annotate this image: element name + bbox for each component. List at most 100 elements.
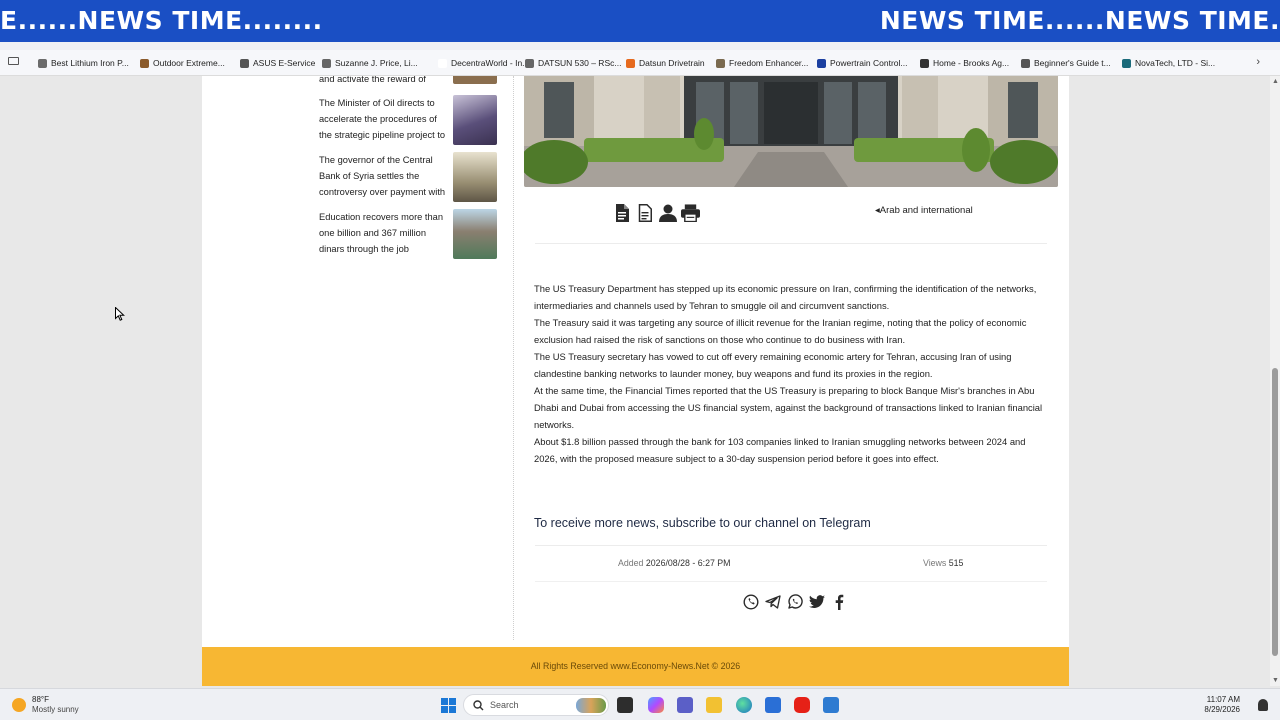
bookmark-item[interactable]: ASUS E-Service: [240, 58, 315, 68]
bookmark-label[interactable]: DecentraWorld - In...: [451, 58, 529, 68]
bookmark-item[interactable]: Beginner's Guide t...: [1021, 58, 1111, 68]
bookmark-icon: [1122, 58, 1131, 68]
bookmark-label[interactable]: Powertrain Control...: [830, 58, 907, 68]
sidebar-news-thumbnail[interactable]: [453, 95, 497, 145]
added-date: Added 2026/08/28 - 6:27 PM: [618, 558, 731, 568]
folder-icon: [240, 58, 249, 68]
globe-icon: [322, 58, 331, 68]
copilot-icon[interactable]: [648, 697, 664, 713]
file-text-icon[interactable]: [612, 203, 631, 223]
divider: [535, 243, 1047, 244]
sidebar-news-thumbnail[interactable]: [453, 76, 497, 84]
scroll-up-icon[interactable]: ▲: [1272, 78, 1279, 85]
taskbar-search[interactable]: Search: [463, 694, 609, 716]
windows-taskbar: 88°F Mostly sunny Search 11:07 AM 8/29/2…: [0, 688, 1280, 720]
bookmark-item[interactable]: Datsun Drivetrain: [626, 58, 705, 68]
article-paragraph: At the same time, the Financial Times re…: [534, 385, 1043, 430]
bookmark-icon: [438, 58, 447, 68]
whatsapp-icon[interactable]: [786, 593, 803, 610]
notification-bell-icon[interactable]: [1258, 699, 1268, 711]
ticker-text-left: E......NEWS TIME........: [0, 6, 323, 35]
mouse-cursor-icon: [115, 306, 125, 326]
bookmark-icon: [38, 58, 47, 68]
windows-start-icon[interactable]: [441, 698, 456, 713]
bookmark-label[interactable]: Best Lithium Iron P...: [51, 58, 129, 68]
bookmark-label[interactable]: Outdoor Extreme...: [153, 58, 225, 68]
clock-date: 8/29/2026: [1204, 705, 1240, 714]
bookmark-item[interactable]: Best Lithium Iron P...: [38, 58, 129, 68]
telegram-subscribe-link[interactable]: To receive more news, subscribe to our c…: [534, 516, 871, 530]
sidebar-news-thumbnail[interactable]: [453, 209, 497, 259]
bookmark-item[interactable]: Suzanne J. Price, Li...: [322, 58, 418, 68]
bookmark-item[interactable]: DATSUN 530 – RSc...: [525, 58, 621, 68]
views-count: Views 515: [923, 558, 963, 568]
file-outline-icon[interactable]: [635, 203, 654, 223]
bookmark-item[interactable]: DecentraWorld - In...: [438, 58, 529, 68]
clock-time: 11:07 AM: [1206, 695, 1240, 704]
viber-icon[interactable]: [742, 593, 759, 610]
sidebar-news-thumbnail[interactable]: [453, 152, 497, 202]
bookmark-label[interactable]: DATSUN 530 – RSc...: [538, 58, 621, 68]
bookmark-label[interactable]: NovaTech, LTD - Si...: [1135, 58, 1215, 68]
edge-browser-icon[interactable]: [736, 697, 752, 713]
scroll-down-icon[interactable]: ▼: [1272, 677, 1279, 684]
twitter-icon[interactable]: [808, 593, 825, 610]
bookmark-item[interactable]: Home - Brooks Ag...: [920, 58, 1009, 68]
bookmark-label[interactable]: Beginner's Guide t...: [1034, 58, 1111, 68]
bookmark-icon: [140, 58, 149, 68]
category-label[interactable]: Arab and international: [880, 205, 973, 216]
share-buttons: [742, 593, 847, 610]
file-explorer-icon[interactable]: [706, 697, 722, 713]
microsoft-store-icon[interactable]: [765, 697, 781, 713]
column-divider: [513, 76, 514, 640]
bookmark-label[interactable]: Datsun Drivetrain: [639, 58, 705, 68]
youtube-icon[interactable]: [794, 697, 810, 713]
search-highlight-image: [576, 698, 606, 713]
bookmarks-menu-icon[interactable]: [8, 57, 19, 65]
bookmark-item[interactable]: NovaTech, LTD - Si...: [1122, 58, 1215, 68]
bookmark-item[interactable]: Powertrain Control...: [817, 58, 907, 68]
bookmark-icon: [716, 58, 725, 68]
bookmark-item[interactable]: Outdoor Extreme...: [140, 58, 225, 68]
weather-widget[interactable]: 88°F Mostly sunny: [12, 695, 79, 715]
article-page: and activate the reward of The Minister …: [202, 76, 1069, 647]
bookmark-label[interactable]: ASUS E-Service: [253, 58, 315, 68]
bookmark-icon: [626, 58, 635, 68]
added-value: 2026/08/28 - 6:27 PM: [645, 558, 731, 568]
sidebar-news-title[interactable]: Education recovers more than one billion…: [319, 209, 447, 257]
bookmark-icon: [920, 58, 929, 68]
weather-condition: Mostly sunny: [32, 705, 79, 714]
article-body: The US Treasury Department has stepped u…: [534, 280, 1046, 467]
page-scrollbar[interactable]: ▲ ▼: [1270, 76, 1280, 686]
teams-icon[interactable]: [677, 697, 693, 713]
scrollbar-thumb[interactable]: [1272, 368, 1278, 656]
article-paragraph: The US Treasury Department has stepped u…: [534, 283, 1037, 311]
site-footer: All Rights Reserved www.Economy-News.Net…: [202, 647, 1069, 686]
chevron-right-icon[interactable]: ›: [1256, 56, 1260, 68]
sidebar-news-title[interactable]: The Minister of Oil directs to accelerat…: [319, 95, 447, 143]
divider: [535, 581, 1047, 582]
news-ticker: E......NEWS TIME........ NEWS TIME......…: [0, 0, 1280, 42]
bookmark-label[interactable]: Home - Brooks Ag...: [933, 58, 1009, 68]
bookmark-label[interactable]: Freedom Enhancer...: [729, 58, 808, 68]
bookmark-label[interactable]: Suzanne J. Price, Li...: [335, 58, 418, 68]
bookmarks-bar: Best Lithium Iron P... Outdoor Extreme...…: [0, 42, 1280, 76]
sidebar-news-title[interactable]: and activate the reward of: [319, 76, 447, 87]
article-category[interactable]: ◂Arab and international: [875, 205, 973, 216]
sidebar-news-title[interactable]: The governor of the Central Bank of Syri…: [319, 152, 447, 200]
user-icon[interactable]: [658, 203, 677, 223]
system-clock[interactable]: 11:07 AM 8/29/2026: [1204, 695, 1240, 715]
copyright-text: All Rights Reserved www.Economy-News.Net…: [530, 661, 741, 671]
print-icon[interactable]: [681, 203, 700, 223]
bookmark-item[interactable]: Freedom Enhancer...: [716, 58, 808, 68]
globe-icon: [525, 58, 534, 68]
views-value: 515: [948, 558, 964, 568]
ticker-text-right: NEWS TIME......NEWS TIME.: [879, 6, 1280, 35]
weather-temperature: 88°F: [32, 695, 49, 704]
page-viewport: and activate the reward of The Minister …: [0, 76, 1270, 686]
app-icon[interactable]: [823, 697, 839, 713]
task-view-icon[interactable]: [617, 697, 633, 713]
telegram-icon[interactable]: [764, 593, 781, 610]
article-hero-image: [524, 76, 1058, 187]
facebook-icon[interactable]: [830, 593, 847, 610]
